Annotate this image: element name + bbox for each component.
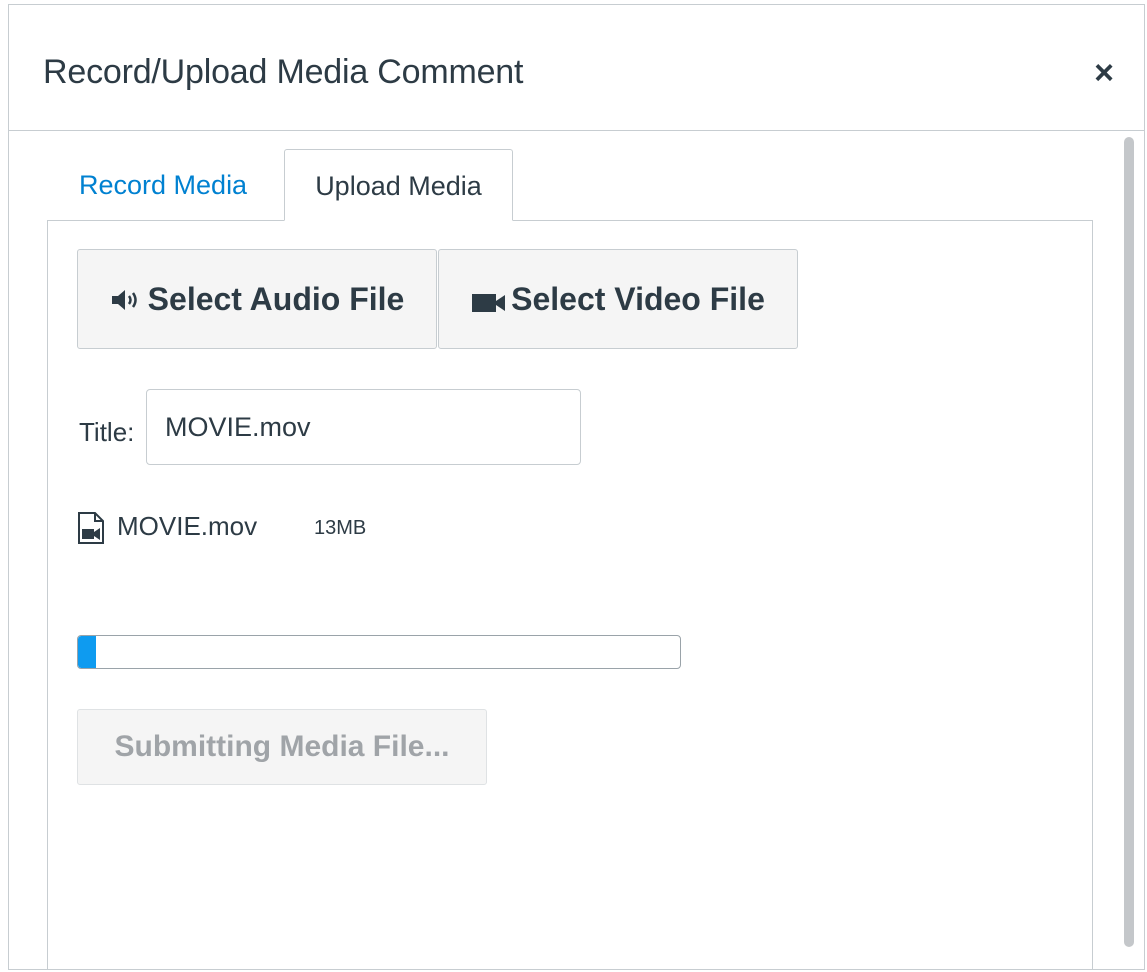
select-audio-label: Select Audio File bbox=[147, 281, 405, 317]
dialog-header: Record/Upload Media Comment × bbox=[9, 5, 1144, 131]
title-input[interactable] bbox=[146, 389, 581, 465]
tab-upload-media[interactable]: Upload Media bbox=[284, 149, 513, 221]
upload-progress-bar bbox=[77, 635, 681, 669]
submitting-media-button[interactable]: Submitting Media File... bbox=[77, 709, 487, 785]
media-tabs: Record Media Upload Media bbox=[47, 149, 1095, 221]
dialog-title: Record/Upload Media Comment bbox=[43, 53, 524, 91]
select-video-label: Select Video File bbox=[511, 281, 765, 317]
title-label: Title: bbox=[79, 417, 135, 447]
scrollbar[interactable] bbox=[1124, 137, 1134, 947]
upload-progress-fill bbox=[78, 636, 97, 668]
tab-record-media[interactable]: Record Media bbox=[47, 149, 283, 221]
file-size: 13MB bbox=[314, 517, 367, 539]
video-file-icon bbox=[77, 511, 105, 545]
speaker-icon bbox=[110, 253, 144, 351]
select-video-file-button[interactable]: Select Video File bbox=[438, 249, 798, 349]
select-audio-file-button[interactable]: Select Audio File bbox=[77, 249, 437, 349]
close-button[interactable]: × bbox=[1086, 53, 1122, 93]
file-name: MOVIE.mov bbox=[117, 511, 258, 541]
video-camera-icon bbox=[471, 253, 507, 351]
media-comment-dialog: Record/Upload Media Comment × Record Med… bbox=[8, 4, 1145, 970]
